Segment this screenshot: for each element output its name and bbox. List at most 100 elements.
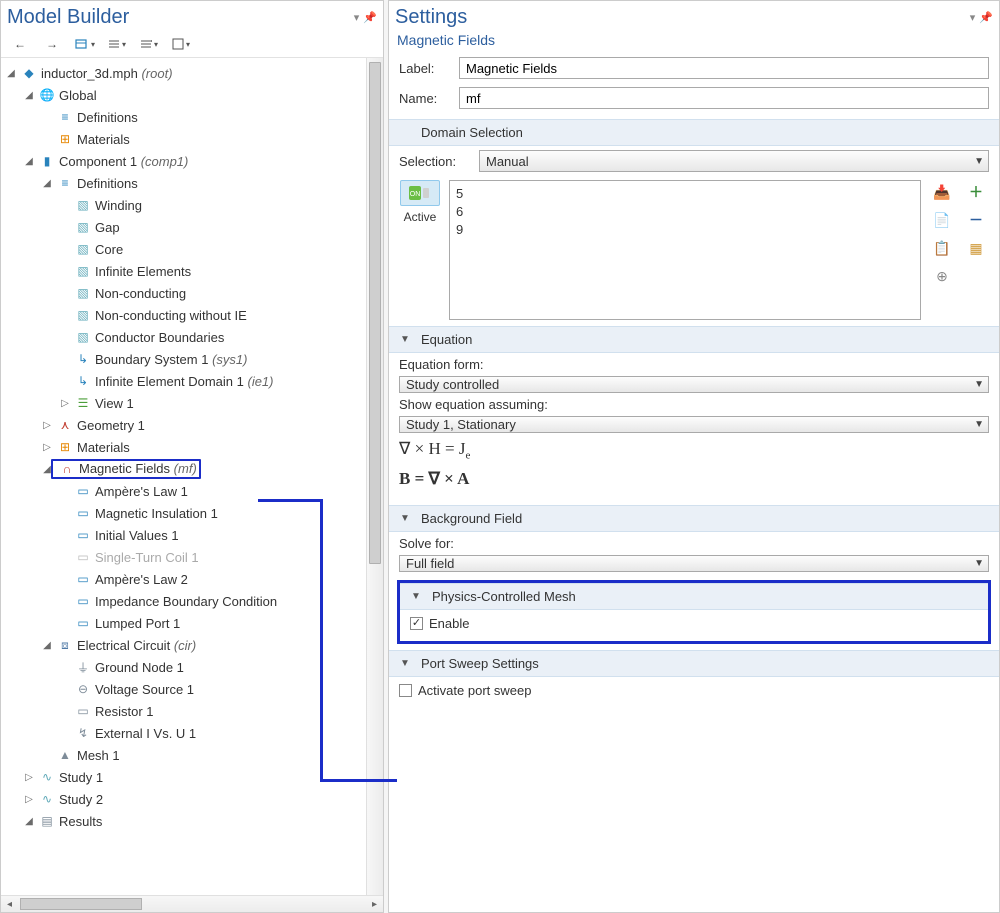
equation-form-dropdown[interactable]: Study controlled▼ [399, 376, 989, 393]
bc-domain-icon: ▭ [75, 527, 91, 543]
paste-selection-button[interactable]: 📥 [929, 180, 955, 204]
forward-button[interactable]: → [37, 33, 69, 55]
enable-physics-mesh-checkbox[interactable]: ✓ [410, 617, 423, 630]
minimize-icon[interactable]: ▾ [970, 11, 976, 24]
remove-selection-button[interactable]: － [963, 208, 989, 232]
study-icon: ∿ [39, 769, 55, 785]
back-button[interactable]: ← [5, 33, 37, 55]
selection-conductor-boundaries-node[interactable]: ▧Conductor Boundaries [55, 326, 366, 348]
root-node[interactable]: ◢◆inductor_3d.mph (root) [1, 62, 366, 84]
component-definitions-node[interactable]: ◢≡Definitions [37, 172, 366, 194]
selection-infelem-node[interactable]: ▧Infinite Elements [55, 260, 366, 282]
equation-assume-caption: Show equation assuming: [399, 397, 989, 412]
add-selection-button[interactable]: ＋ [963, 180, 989, 204]
group-button[interactable]: ▾ [165, 33, 197, 55]
apply-selection-button[interactable]: ▦ [963, 236, 989, 260]
ground-icon: ⏚ [75, 659, 91, 675]
global-definitions-node[interactable]: ≡Definitions [37, 106, 366, 128]
equation-assume-dropdown[interactable]: Study 1, Stationary▼ [399, 416, 989, 433]
magnetic-insulation-node[interactable]: ▭Magnetic Insulation 1 [55, 502, 366, 524]
study-icon: ∿ [39, 791, 55, 807]
selection-nonconducting-node[interactable]: ▧Non-conducting [55, 282, 366, 304]
activate-port-sweep-checkbox[interactable] [399, 684, 412, 697]
selection-core-node[interactable]: ▧Core [55, 238, 366, 260]
minimize-icon[interactable]: ▾ [354, 11, 360, 24]
model-tree[interactable]: ◢◆inductor_3d.mph (root) ◢🌐Global ≡Defin… [1, 62, 366, 832]
selection-icon: ▧ [75, 263, 91, 279]
label-caption: Label: [399, 61, 449, 76]
selection-icon: ▧ [75, 219, 91, 235]
mesh-icon: ▲ [57, 747, 73, 763]
bc-domain-icon: ▭ [75, 483, 91, 499]
selection-icon: ▧ [75, 197, 91, 213]
boundary-system-node[interactable]: ↳Boundary System 1 (sys1) [55, 348, 366, 370]
component-icon: ▮ [39, 153, 55, 169]
axes-icon: ↳ [75, 373, 91, 389]
selection-nc-without-ie-node[interactable]: ▧Non-conducting without IE [55, 304, 366, 326]
study-1-node[interactable]: ▷∿Study 1 [19, 766, 366, 788]
tree-horizontal-scrollbar[interactable]: ◂▸ [1, 895, 383, 912]
port-sweep-header[interactable]: ▼Port Sweep Settings [389, 650, 999, 677]
solve-for-dropdown[interactable]: Full field▼ [399, 555, 989, 572]
show-button[interactable]: ▾ [69, 33, 101, 55]
study-2-node[interactable]: ▷∿Study 2 [19, 788, 366, 810]
expand-button[interactable]: ▾ [133, 33, 165, 55]
domain-selection-header[interactable]: Domain Selection [389, 119, 999, 146]
list-item[interactable]: 9 [456, 221, 914, 239]
amperes-law-1-node[interactable]: ▭Ampère's Law 1 [55, 480, 366, 502]
svg-text:ON: ON [410, 191, 421, 198]
name-input[interactable] [459, 87, 989, 109]
lumped-port-node[interactable]: ▭Lumped Port 1 [55, 612, 366, 634]
tree-vertical-scrollbar[interactable] [366, 58, 383, 895]
bc-boundary-icon: ▭ [75, 505, 91, 521]
geometry-node[interactable]: ▷⋏Geometry 1 [37, 414, 366, 436]
selection-winding-node[interactable]: ▧Winding [55, 194, 366, 216]
electrical-circuit-node[interactable]: ◢⧈Electrical Circuit (cir) [37, 634, 366, 656]
voltage-source-node[interactable]: ⊖Voltage Source 1 [55, 678, 366, 700]
settings-panel: Settings ▾ 📌 Magnetic Fields Label: Name… [388, 0, 1000, 913]
external-icon: ↯ [75, 725, 91, 741]
zoom-selection-button[interactable]: ⊕ [929, 264, 955, 288]
bc-boundary-icon: ▭ [75, 615, 91, 631]
bc-domain-icon: ▭ [75, 549, 91, 565]
initial-values-node[interactable]: ▭Initial Values 1 [55, 524, 366, 546]
background-field-header[interactable]: ▼Background Field [389, 505, 999, 532]
mesh-node[interactable]: ▲Mesh 1 [37, 744, 366, 766]
pin-icon[interactable]: 📌 [979, 11, 993, 24]
component-node[interactable]: ◢▮Component 1 (comp1) [19, 150, 366, 172]
single-turn-coil-node[interactable]: ▭Single-Turn Coil 1 [55, 546, 366, 568]
label-input[interactable] [459, 57, 989, 79]
copy-selection-button[interactable]: 📄 [929, 208, 955, 232]
physics-mesh-header[interactable]: ▼Physics-Controlled Mesh [400, 583, 988, 610]
impedance-bc-node[interactable]: ▭Impedance Boundary Condition [55, 590, 366, 612]
selection-dropdown[interactable]: Manual▼ [479, 150, 989, 172]
selection-icon: ▧ [75, 307, 91, 323]
collapse-button[interactable]: ▾ [101, 33, 133, 55]
selection-gap-node[interactable]: ▧Gap [55, 216, 366, 238]
results-icon: ▤ [39, 813, 55, 829]
resistor-node[interactable]: ▭Resistor 1 [55, 700, 366, 722]
definitions-icon: ≡ [57, 175, 73, 191]
ground-node[interactable]: ⏚Ground Node 1 [55, 656, 366, 678]
equation-form-caption: Equation form: [399, 357, 989, 372]
amperes-law-2-node[interactable]: ▭Ampère's Law 2 [55, 568, 366, 590]
clipboard-selection-button[interactable]: 📋 [929, 236, 955, 260]
physics-mesh-highlight: ▼Physics-Controlled Mesh ✓ Enable [397, 580, 991, 644]
activate-port-sweep-label: Activate port sweep [418, 683, 531, 698]
pin-icon[interactable]: 📌 [363, 11, 377, 24]
infinite-element-domain-node[interactable]: ↳Infinite Element Domain 1 (ie1) [55, 370, 366, 392]
magnetic-fields-node[interactable]: ◢∩Magnetic Fields (mf) [37, 458, 366, 480]
axes-icon: ↳ [75, 351, 91, 367]
view-node[interactable]: ▷☰View 1 [55, 392, 366, 414]
list-item[interactable]: 6 [456, 203, 914, 221]
results-node[interactable]: ◢▤Results [19, 810, 366, 832]
external-ivu-node[interactable]: ↯External I Vs. U 1 [55, 722, 366, 744]
global-materials-node[interactable]: ⊞Materials [37, 128, 366, 150]
global-node[interactable]: ◢🌐Global [19, 84, 366, 106]
component-materials-node[interactable]: ▷⊞Materials [37, 436, 366, 458]
equation-header[interactable]: ▼Equation [389, 326, 999, 353]
vsource-icon: ⊖ [75, 681, 91, 697]
list-item[interactable]: 5 [456, 185, 914, 203]
selection-active-toggle[interactable]: ON [400, 180, 440, 206]
selection-list[interactable]: 5 6 9 [449, 180, 921, 320]
